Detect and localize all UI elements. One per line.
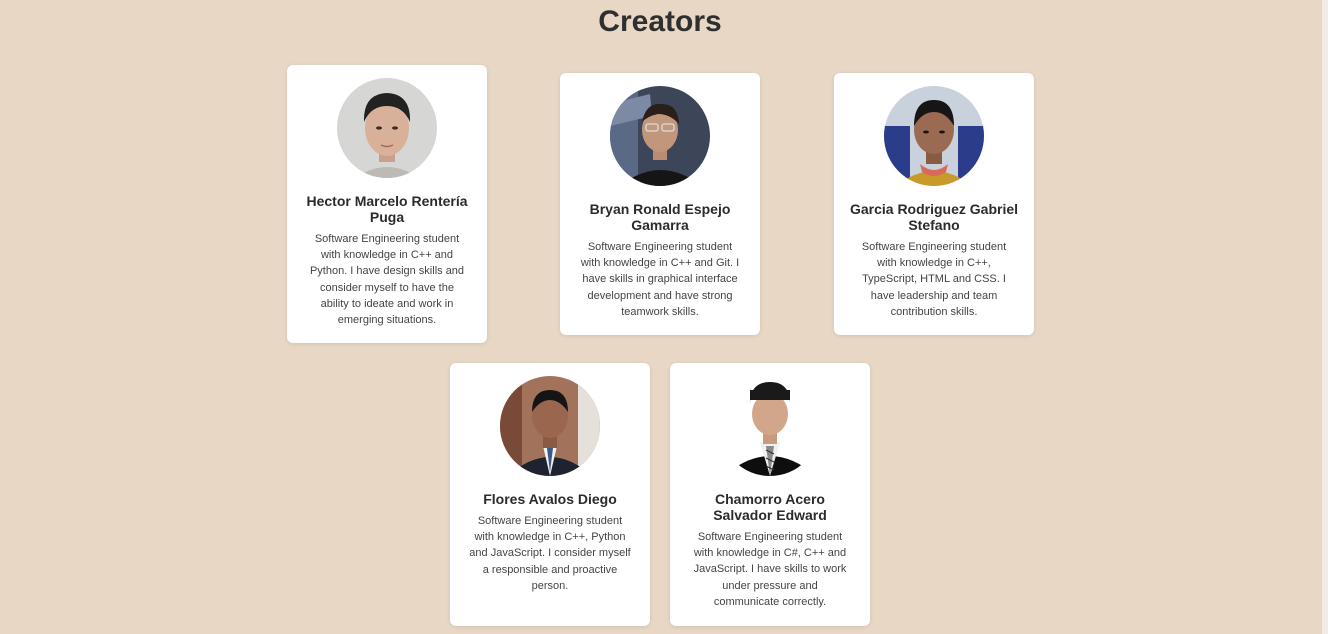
creator-description: Software Engineering student with knowle… [469,515,631,592]
scrollbar[interactable] [1322,0,1328,634]
avatar [610,86,710,186]
creator-name: Bryan Ronald Espejo Gamarra [589,201,731,233]
creator-card: Garcia Rodriguez Gabriel Stefano Softwar… [834,73,1034,335]
avatar [500,376,600,476]
creator-card: Chamorro Acero Salvador Edward Software … [670,363,870,626]
creator-name: Chamorro Acero Salvador Edward [713,491,827,523]
creator-card: Flores Avalos Diego Software Engineering… [450,363,650,626]
creator-name: Hector Marcelo Rentería Puga [306,193,468,225]
creator-description: Software Engineering student with knowle… [861,241,1007,318]
avatar [337,78,437,178]
creator-card: Hector Marcelo Rentería Puga Software En… [287,65,487,343]
creator-description: Software Engineering student with knowle… [693,531,847,608]
creator-name: Garcia Rodriguez Gabriel Stefano [849,201,1019,233]
avatar [884,86,984,186]
page-title: Creators [598,5,722,38]
creator-name: Flores Avalos Diego [483,491,617,507]
avatar [720,376,820,476]
creator-description: Software Engineering student with knowle… [580,241,740,318]
creator-description: Software Engineering student with knowle… [309,233,465,327]
creator-card: Bryan Ronald Espejo Gamarra Software Eng… [560,73,760,335]
